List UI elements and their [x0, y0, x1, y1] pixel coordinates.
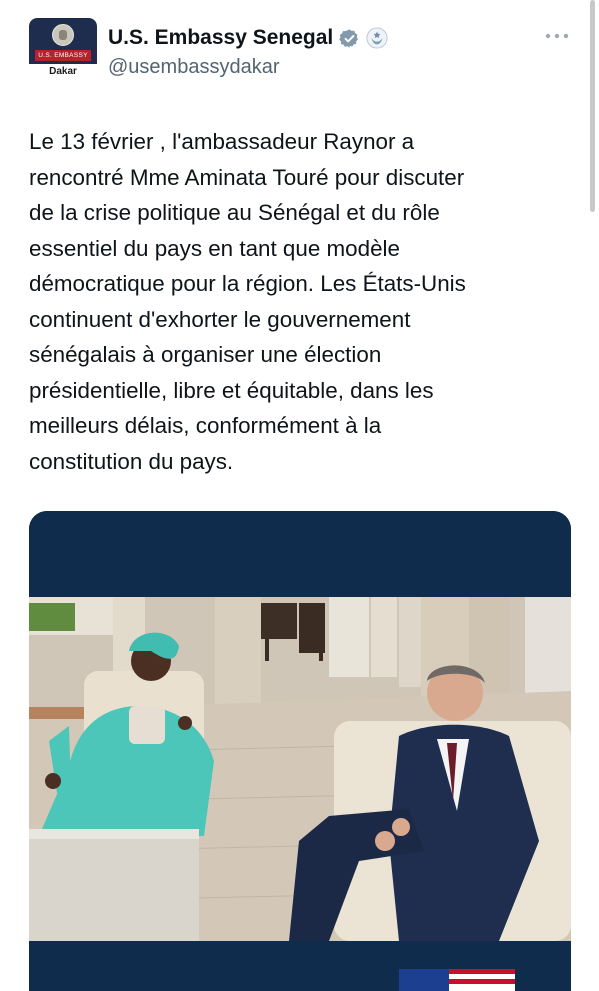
display-name[interactable]: U.S. Embassy Senegal [108, 24, 333, 52]
avatar-city-label: Dakar [49, 66, 77, 77]
scrollbar[interactable] [590, 0, 595, 212]
tweet-text-line: Le 13 février , l'ambassadeur Raynor a [29, 129, 415, 154]
embassy-seal-icon [52, 24, 74, 46]
avatar[interactable]: U.S. EMBASSY Dakar [29, 18, 97, 80]
government-seal-icon[interactable] [366, 27, 388, 49]
tweet-media[interactable] [29, 511, 571, 991]
account-name-row[interactable]: U.S. Embassy Senegal [108, 24, 388, 52]
photo-meeting-image[interactable] [29, 511, 571, 991]
tweet-text-line: démocratique pour la région. Les États-U… [29, 271, 466, 296]
tweet-text-line: constitution du pays. [29, 448, 234, 474]
account-handle[interactable]: @usembassydakar [108, 54, 279, 80]
tweet-text: Le 13 février , l'ambassadeur Raynor a r… [29, 124, 569, 479]
tweet-header: U.S. EMBASSY Dakar U.S. Embassy Senegal … [0, 0, 599, 100]
avatar-banner-text: U.S. EMBASSY [35, 50, 91, 61]
tweet-text-line: de la crise politique au Sénégal et du r… [29, 200, 440, 225]
tweet-text-line: présidentielle, libre et équitable, dans… [29, 377, 434, 403]
tweet-text-line: meilleurs délais, conformément à la [29, 413, 382, 438]
tweet-text-line: rencontré Mme Aminata Touré pour discute… [29, 164, 465, 190]
tweet-text-line: sénégalais à organiser une élection [29, 342, 382, 367]
verified-badge-icon[interactable] [339, 28, 360, 49]
tweet-text-line: continuent d'exhorter le gouvernement [29, 306, 411, 332]
more-options-icon[interactable] [543, 28, 571, 44]
tweet-text-line: essentiel du pays en tant que modèle [29, 235, 400, 261]
